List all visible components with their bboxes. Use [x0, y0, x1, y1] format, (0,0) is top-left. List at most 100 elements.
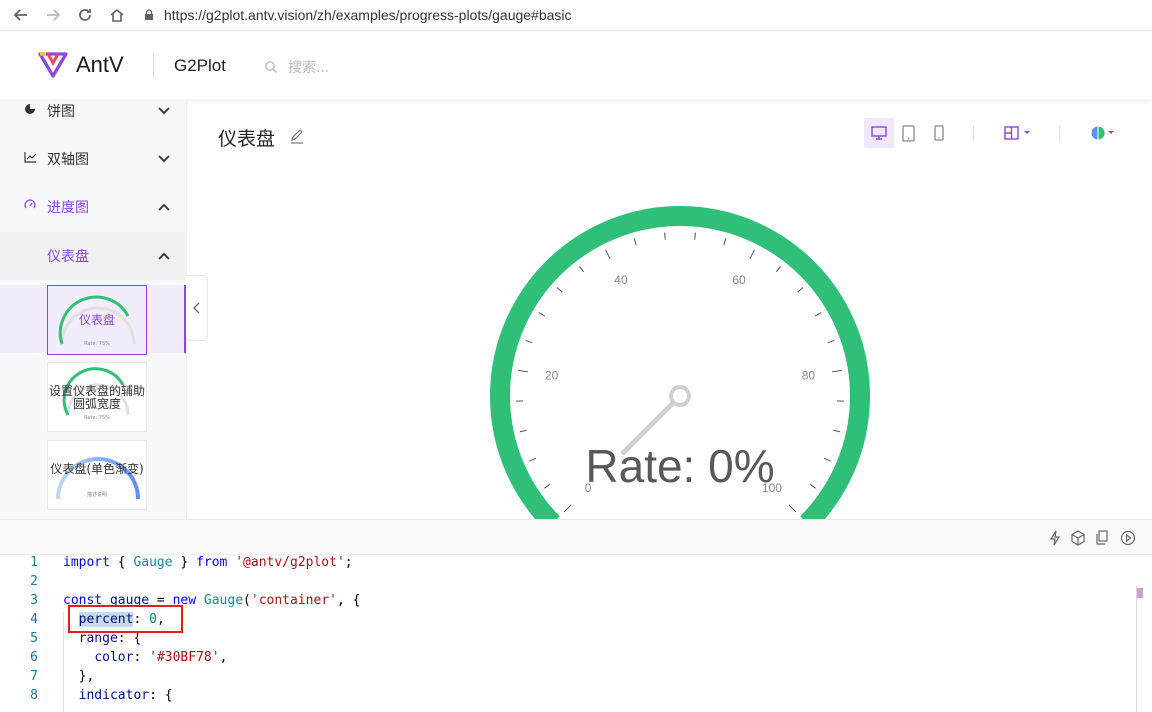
gauge-minor-tick [579, 266, 585, 273]
gauge-minor-tick [538, 312, 546, 317]
browser-toolbar: https://g2plot.antv.vision/zh/examples/p… [0, 0, 1152, 31]
gauge-major-tick [563, 504, 572, 513]
antv-logo-icon [38, 52, 68, 78]
chevron-up-icon [158, 199, 170, 215]
thumbnail-title: 仪表盘(单色渐变) [50, 462, 144, 476]
lightning-icon[interactable] [1048, 530, 1062, 550]
gauge-minor-tick [823, 457, 831, 462]
gauge-tick-label: 80 [802, 369, 816, 383]
gauge-minor-tick [529, 457, 537, 462]
mobile-view-button[interactable] [930, 118, 950, 148]
gauge-tick-label: 40 [614, 273, 628, 287]
tablet-icon [902, 125, 915, 142]
highlight-box [68, 605, 183, 633]
line-number: 1 [30, 555, 38, 570]
gauge-minor-tick [833, 429, 841, 433]
sidebar-item-label: 饼图 [47, 104, 75, 120]
gauge-statistic-label: Rate: 0% [585, 440, 774, 492]
gauge-minor-tick [723, 238, 727, 246]
line-chart-icon [24, 151, 37, 167]
gauge-major-tick [605, 249, 611, 260]
layout-toggle-button[interactable] [1003, 118, 1035, 148]
example-thumbnail-basic[interactable]: 仪表盘 Rate: 75% [47, 285, 147, 355]
code-line: 1 import { Gauge } from '@antv/g2plot'; [0, 555, 1140, 574]
gauge-major-tick [517, 369, 528, 373]
search-input[interactable]: 搜索... [288, 57, 329, 77]
thumbnail-title: 设置仪表盘的辅助圆弧宽度 [48, 384, 145, 411]
desktop-view-button[interactable] [864, 118, 894, 148]
line-number: 7 [30, 669, 38, 684]
gauge-minor-tick [544, 483, 551, 489]
logo-text: AntV [76, 52, 124, 77]
desktop-icon [871, 126, 887, 140]
gauge-minor-tick [525, 339, 533, 344]
sidebar-item-label: 双轴图 [47, 152, 89, 168]
layout-icon [1004, 126, 1030, 140]
gauge-major-tick [749, 249, 755, 260]
gauge-chart: 02040 6080100 Rate: 0% [490, 206, 870, 519]
gauge-major-tick [832, 369, 843, 373]
antv-logo[interactable]: AntV [38, 51, 124, 79]
gauge-minor-tick [797, 287, 804, 293]
line-number: 8 [30, 688, 38, 703]
tablet-view-button[interactable] [899, 118, 919, 148]
chevron-down-icon [158, 151, 170, 167]
home-icon[interactable] [106, 4, 128, 26]
theme-toggle-button[interactable] [1088, 118, 1120, 148]
code-text: indicator: { [78, 688, 173, 703]
product-name[interactable]: G2Plot [174, 56, 226, 76]
code-line: 8 indicator: { [0, 688, 1140, 707]
codesandbox-icon[interactable] [1071, 530, 1085, 550]
sidebar-item-label: 进度图 [47, 200, 89, 216]
gauge-minor-tick [827, 339, 835, 344]
gauge-major-tick [788, 504, 797, 513]
reload-icon[interactable] [74, 4, 96, 26]
edit-icon[interactable] [289, 128, 305, 148]
back-icon[interactable] [10, 4, 32, 26]
theme-icon [1091, 126, 1114, 140]
sidebar-item-progress[interactable]: 进度图 [0, 183, 186, 231]
thumbnail-subtitle: 描述说明 [86, 492, 107, 498]
address-bar[interactable]: https://g2plot.antv.vision/zh/examples/p… [164, 7, 572, 23]
gauge-minor-tick [556, 287, 563, 293]
pie-icon [24, 103, 36, 119]
forward-icon[interactable] [42, 4, 64, 26]
line-number: 5 [30, 631, 38, 646]
code-editor[interactable]: 1 import { Gauge } from '@antv/g2plot'; … [0, 555, 1152, 712]
example-thumbnail-gradient[interactable]: 仪表盘(单色渐变) 描述说明 [47, 440, 147, 510]
thumbnail-subtitle: Rate: 75% [84, 415, 110, 421]
page-title: 仪表盘 [218, 128, 276, 150]
code-line: 6 color: '#30BF78', [0, 650, 1140, 669]
gauge-tick-label: 20 [545, 369, 559, 383]
search-box[interactable]: 搜索... [264, 57, 329, 77]
gauge-minor-tick [694, 232, 696, 240]
chevron-up-icon [158, 248, 170, 264]
code-line: 2 [0, 574, 1140, 593]
toolbar-divider [1059, 125, 1060, 141]
gauge-tick-label: 60 [732, 273, 746, 287]
lock-icon[interactable] [144, 6, 154, 25]
thumbnail-title: 仪表盘 [78, 313, 115, 327]
code-text: color: '#30BF78', [94, 650, 228, 665]
gauge-minor-tick [814, 312, 822, 317]
sidebar-item-gauge[interactable]: 仪表盘 [0, 232, 186, 280]
play-icon[interactable] [1120, 530, 1136, 550]
line-number: 4 [30, 612, 38, 627]
gauge-minor-tick [809, 483, 816, 489]
mobile-icon [934, 125, 944, 141]
line-number: 2 [30, 574, 38, 589]
scrollbar-thumb[interactable] [1137, 588, 1143, 598]
sidebar-item-pie[interactable]: 饼图 [0, 87, 186, 135]
header-divider [153, 53, 154, 77]
gauge-icon [24, 199, 36, 215]
code-line: 7 }, [0, 669, 1140, 688]
gauge-minor-tick [775, 266, 781, 273]
gauge-minor-tick [633, 238, 637, 246]
copy-icon[interactable] [1095, 530, 1109, 550]
code-text: }, [63, 669, 95, 684]
example-thumbnail-range-width[interactable]: 设置仪表盘的辅助圆弧宽度 Rate: 75% [47, 362, 147, 432]
sidebar-item-dual-axes[interactable]: 双轴图 [0, 135, 186, 183]
line-number: 3 [30, 593, 38, 608]
scrollbar-track[interactable] [1136, 585, 1137, 712]
search-icon [265, 61, 277, 73]
